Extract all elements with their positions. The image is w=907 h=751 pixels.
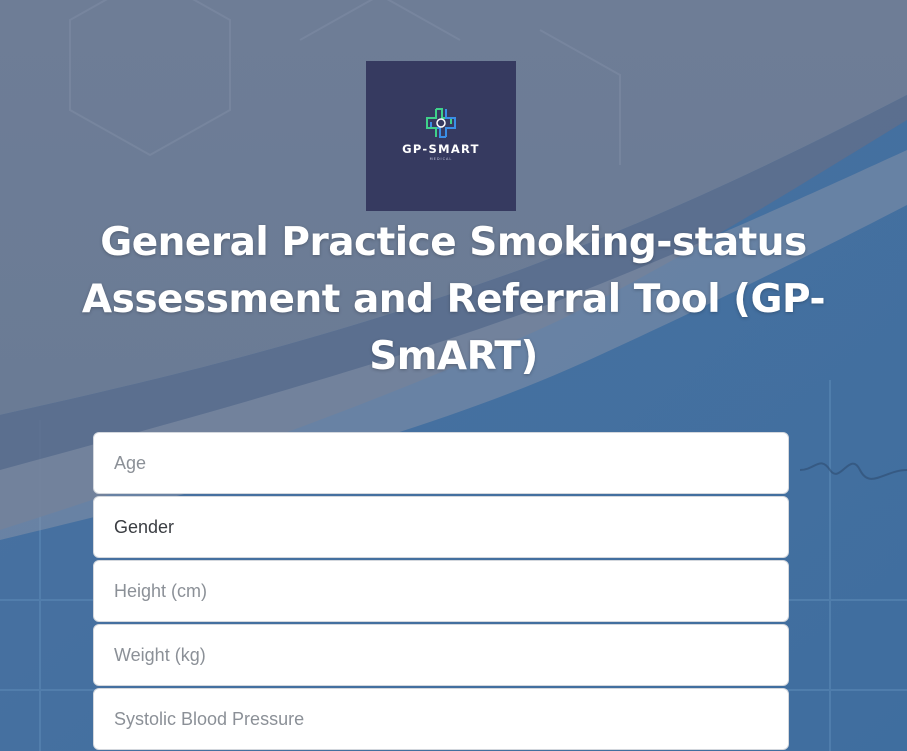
gender-select-label: Gender (114, 516, 175, 537)
assessment-form: Gender (93, 432, 789, 751)
systolic-input[interactable] (114, 708, 768, 730)
height-field[interactable] (93, 560, 789, 622)
logo: GP-SMART MEDICAL (366, 61, 516, 211)
medical-cross-icon (426, 107, 456, 138)
age-input[interactable] (114, 452, 768, 474)
logo-name: GP-SMART (402, 141, 480, 156)
height-input[interactable] (114, 580, 768, 602)
age-field[interactable] (93, 432, 789, 494)
logo-subtitle: MEDICAL (429, 156, 453, 161)
weight-input[interactable] (114, 644, 768, 666)
page-title: General Practice Smoking-status Assessme… (81, 220, 826, 379)
systolic-field[interactable] (93, 688, 789, 750)
gender-select[interactable]: Gender (93, 496, 789, 558)
weight-field[interactable] (93, 624, 789, 686)
